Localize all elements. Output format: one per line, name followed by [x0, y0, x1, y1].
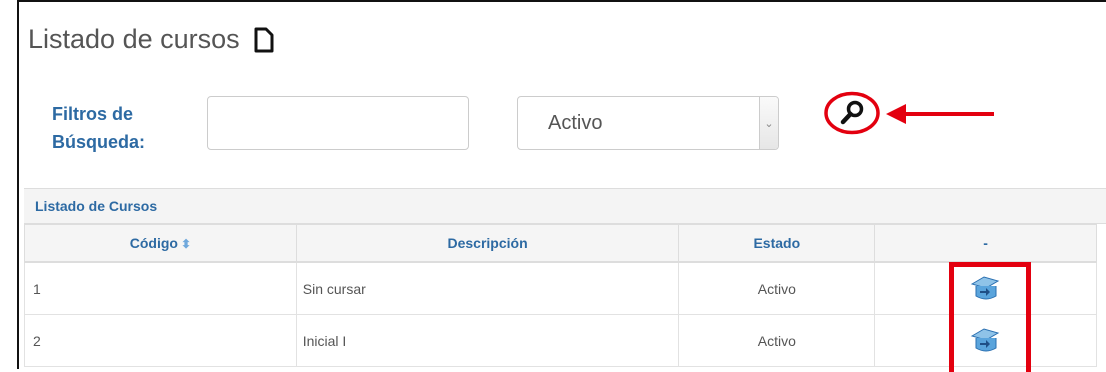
- filter-text-input[interactable]: [207, 96, 469, 150]
- courses-table: Código ⬍ Descripción Estado - 1 Sin cursa…: [24, 224, 1097, 367]
- sort-asc-icon[interactable]: ⬍: [181, 237, 191, 251]
- column-header-status[interactable]: Estado: [678, 224, 876, 263]
- cell-description: Inicial I: [295, 314, 680, 367]
- chevron-down-icon[interactable]: ⌄: [759, 97, 778, 149]
- column-header-actions: -: [874, 224, 1097, 263]
- page-title-text: Listado de cursos: [28, 24, 240, 54]
- courses-panel: Listado de Cursos Código ⬍ Descripción Es…: [24, 188, 1106, 370]
- table-row[interactable]: 1 Sin cursar Activo: [24, 261, 1097, 315]
- table-row[interactable]: 2 Inicial I Activo: [24, 314, 1097, 367]
- search-button[interactable]: [823, 91, 881, 135]
- cell-code: 2: [24, 314, 297, 367]
- cell-status: Activo: [678, 261, 876, 315]
- column-header-code-label: Código: [129, 235, 178, 251]
- table-header-row: Código ⬍ Descripción Estado -: [24, 224, 1097, 263]
- filters-label: Filtros de Búsqueda:: [52, 100, 145, 156]
- status-select[interactable]: Activo ⌄: [517, 96, 779, 150]
- filters-label-line1: Filtros de: [52, 104, 134, 124]
- panel-title: Listado de Cursos: [24, 189, 1106, 224]
- cell-code: 1: [24, 261, 297, 315]
- column-header-description[interactable]: Descripción: [295, 224, 680, 263]
- document-icon[interactable]: [254, 27, 274, 53]
- page-title: Listado de cursos: [28, 24, 274, 55]
- cell-status: Activo: [678, 314, 876, 367]
- annotation-highlight-box: [949, 262, 1031, 372]
- cell-description: Sin cursar: [295, 261, 680, 315]
- annotation-arrow: [886, 104, 994, 124]
- status-select-value: Activo: [548, 111, 603, 134]
- column-header-code[interactable]: Código ⬍: [24, 224, 297, 263]
- filters-label-line2: Búsqueda:: [52, 132, 146, 152]
- magnifier-icon: [840, 100, 864, 125]
